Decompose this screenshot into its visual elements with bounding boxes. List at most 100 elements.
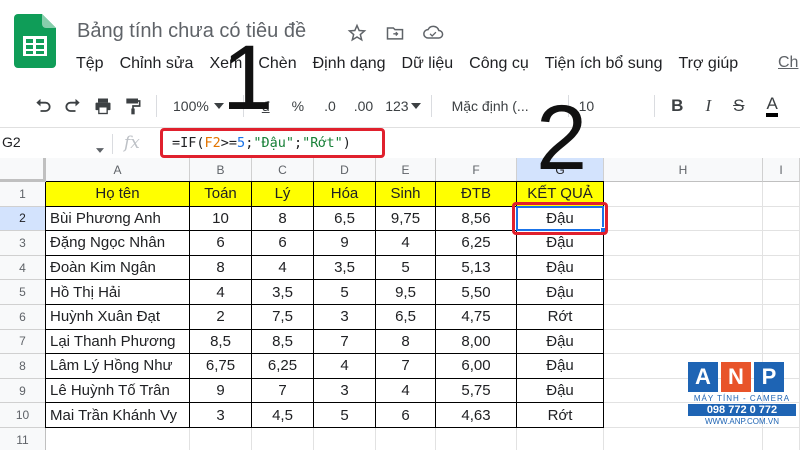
sheets-logo-icon[interactable] [14,14,56,68]
cell-c2[interactable]: 8 [252,206,314,232]
cell-e2[interactable]: 9,75 [376,206,436,232]
cell-c6[interactable]: 7,5 [252,305,314,330]
cell-i2[interactable] [763,206,800,232]
cell-f10[interactable]: 4,63 [436,403,517,428]
cell-b10[interactable]: 3 [190,403,252,428]
row-header-3[interactable]: 3 [0,231,46,256]
cell-c5[interactable]: 3,5 [252,280,314,305]
cloud-saved-icon[interactable] [422,22,444,44]
cell-e9[interactable]: 4 [376,378,436,404]
cell-b11[interactable] [190,428,252,450]
cell-d6[interactable]: 3 [314,305,376,330]
column-header-a[interactable]: A [46,158,190,182]
name-box[interactable]: G2 [2,134,21,150]
cell-e4[interactable]: 5 [376,255,436,281]
cell-f8[interactable]: 6,00 [436,354,517,379]
column-header-b[interactable]: B [190,158,252,182]
menu-edit[interactable]: Chỉnh sửa [112,54,202,74]
cell-a3[interactable]: Đặng Ngọc Nhân [46,231,190,256]
paint-format-icon[interactable] [118,91,148,121]
cell-b2[interactable]: 10 [190,206,252,232]
name-box-dropdown-icon[interactable] [96,140,104,158]
cell-h4[interactable] [604,255,763,281]
row-header-2[interactable]: 2 [0,206,46,232]
cell-h2[interactable] [604,206,763,232]
cell-g4[interactable]: Đậu [517,255,604,281]
column-header-f[interactable]: F [436,158,517,182]
cell-i5[interactable] [763,280,800,305]
cell-d1[interactable]: Hóa [314,182,376,207]
row-header-11[interactable]: 11 [0,428,46,450]
row-header-6[interactable]: 6 [0,305,46,330]
bold-button[interactable]: B [671,96,683,116]
cell-b7[interactable]: 8,5 [190,329,252,355]
more-formats-dropdown-icon[interactable] [409,91,423,121]
menu-help[interactable]: Trợ giúp [670,54,746,74]
cell-d5[interactable]: 5 [314,280,376,305]
cell-d3[interactable]: 9 [314,231,376,256]
cell-c9[interactable]: 7 [252,378,314,404]
cell-f7[interactable]: 8,00 [436,329,517,355]
cell-b4[interactable]: 8 [190,255,252,281]
row-header-5[interactable]: 5 [0,280,46,305]
cell-b9[interactable]: 9 [190,378,252,404]
cell-e5[interactable]: 9,5 [376,280,436,305]
cell-c11[interactable] [252,428,314,450]
decrease-decimal-button[interactable]: .0 [324,98,336,114]
cell-i11[interactable] [763,428,800,450]
column-header-h[interactable]: H [604,158,763,182]
cell-h3[interactable] [604,231,763,256]
text-color-button[interactable]: A [766,95,778,117]
cell-a2[interactable]: Bùi Phương Anh [46,206,190,232]
cell-d2[interactable]: 6,5 [314,206,376,232]
cell-i1[interactable] [763,182,800,207]
menu-format[interactable]: Định dạng [305,54,394,74]
row-header-8[interactable]: 8 [0,354,46,379]
cell-c7[interactable]: 8,5 [252,329,314,355]
select-all-corner[interactable] [0,158,46,182]
cell-d11[interactable] [314,428,376,450]
cell-b5[interactable]: 4 [190,280,252,305]
cell-e3[interactable]: 4 [376,231,436,256]
cell-f6[interactable]: 4,75 [436,305,517,330]
cell-h1[interactable] [604,182,763,207]
percent-format-button[interactable]: % [292,98,304,114]
cell-a8[interactable]: Lâm Lý Hồng Như [46,354,190,379]
cell-b8[interactable]: 6,75 [190,354,252,379]
cell-f2[interactable]: 8,56 [436,206,517,232]
cell-e7[interactable]: 8 [376,329,436,355]
cell-g6[interactable]: Rớt [517,305,604,330]
redo-icon[interactable] [58,91,88,121]
cell-e1[interactable]: Sinh [376,182,436,207]
cell-h5[interactable] [604,280,763,305]
cell-i7[interactable] [763,329,800,355]
cell-g10[interactable]: Rớt [517,403,604,428]
cell-a7[interactable]: Lại Thanh Phương [46,329,190,355]
cell-c10[interactable]: 4,5 [252,403,314,428]
cell-d4[interactable]: 3,5 [314,255,376,281]
cell-f5[interactable]: 5,50 [436,280,517,305]
cell-d9[interactable]: 3 [314,378,376,404]
cell-i6[interactable] [763,305,800,330]
cell-f11[interactable] [436,428,517,450]
row-header-9[interactable]: 9 [0,378,46,404]
italic-button[interactable]: I [705,96,711,116]
cell-b6[interactable]: 2 [190,305,252,330]
row-header-7[interactable]: 7 [0,329,46,355]
cell-a11[interactable] [46,428,190,450]
cell-g8[interactable]: Đậu [517,354,604,379]
cell-f9[interactable]: 5,75 [436,378,517,404]
cell-f3[interactable]: 6,25 [436,231,517,256]
cell-b1[interactable]: Toán [190,182,252,207]
menu-addons[interactable]: Tiện ích bổ sung [537,54,671,74]
cell-a10[interactable]: Mai Trần Khánh Vy [46,403,190,428]
column-header-e[interactable]: E [376,158,436,182]
undo-icon[interactable] [28,91,58,121]
cell-e8[interactable]: 7 [376,354,436,379]
strikethrough-button[interactable]: S [733,96,744,116]
last-edit-link[interactable]: Ch [778,54,798,72]
menu-tools[interactable]: Công cụ [461,54,537,74]
cell-c1[interactable]: Lý [252,182,314,207]
cell-d8[interactable]: 4 [314,354,376,379]
cell-e11[interactable] [376,428,436,450]
